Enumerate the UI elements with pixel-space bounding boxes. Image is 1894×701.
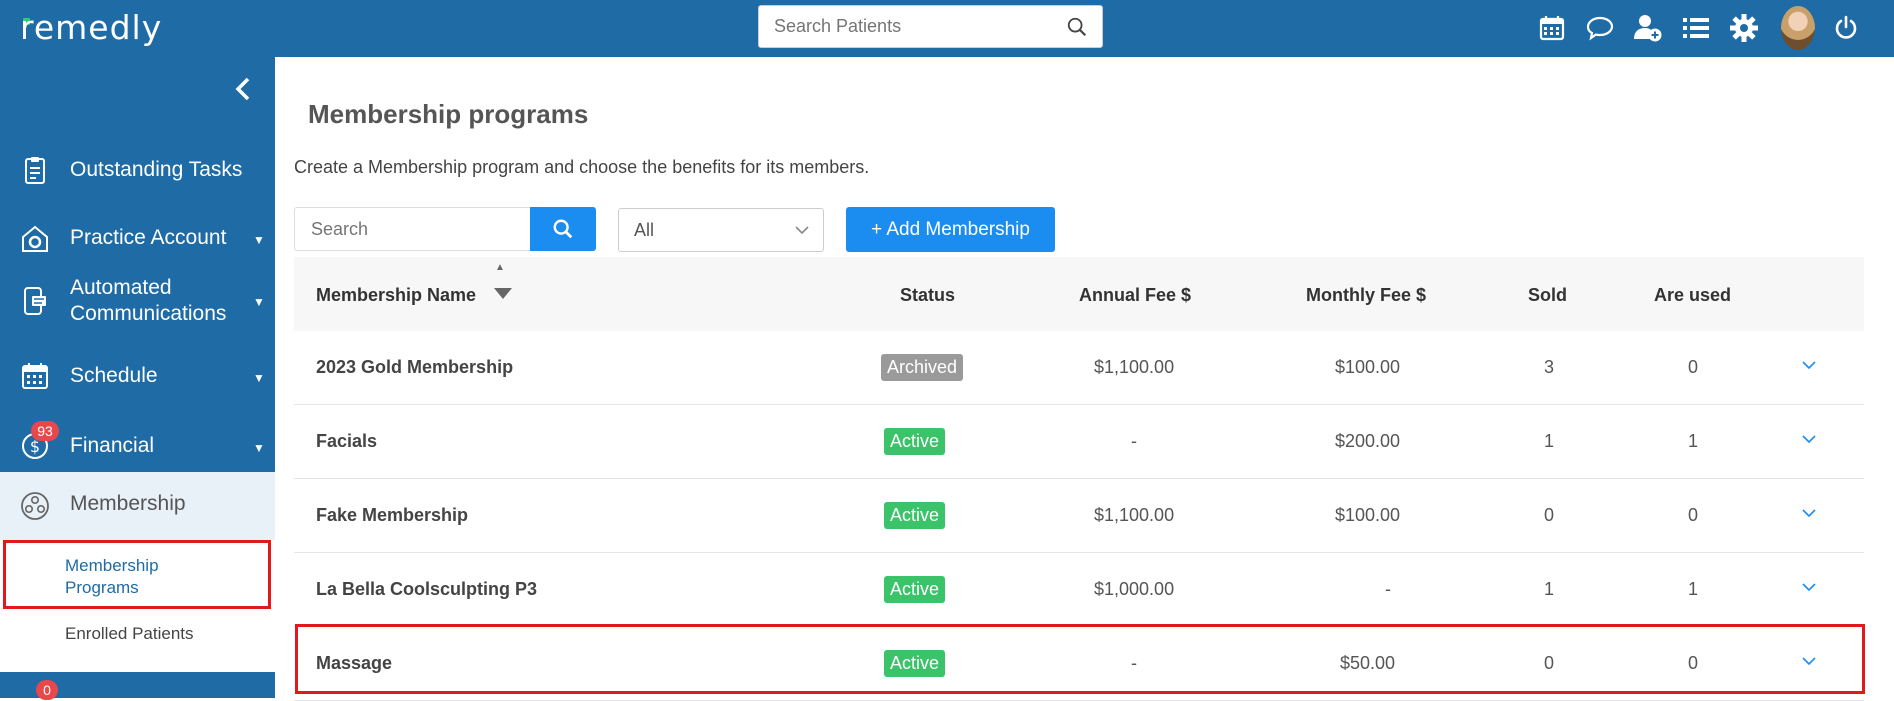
search-button[interactable] — [530, 207, 596, 251]
table-row[interactable]: La Bella Coolsculpting P3 Active $1,000.… — [294, 553, 1864, 627]
monthly-fee: $100.00 — [1335, 505, 1401, 525]
membership-name: 2023 Gold Membership — [316, 357, 514, 377]
sidebar-item-membership[interactable]: Membership — [0, 472, 275, 540]
expand-caret-icon: ▼ — [253, 441, 265, 455]
annual-fee: $1,000.00 — [1094, 579, 1175, 599]
sidebar-item-label: Practice Account — [70, 226, 227, 249]
status-badge: Active — [884, 502, 946, 529]
status-badge: Archived — [881, 354, 964, 381]
sold-count: 3 — [1544, 357, 1555, 377]
membership-search-input[interactable] — [295, 208, 531, 250]
table-row[interactable]: 2023 Gold Membership Archived $1,100.00 … — [294, 331, 1864, 405]
table-header: Membership Name ▲ Status Annual Fee $ Mo… — [294, 257, 1864, 331]
sort-down-icon[interactable] — [494, 288, 512, 299]
sidebar-item-outstanding-tasks[interactable]: Outstanding Tasks — [0, 147, 275, 193]
chevron-down-icon[interactable] — [1802, 435, 1816, 444]
membership-name: La Bella Coolsculpting P3 — [316, 579, 538, 599]
patient-search-field[interactable] — [758, 5, 1103, 48]
membership-name: Fake Membership — [316, 505, 469, 525]
page-title: Membership programs — [308, 99, 589, 129]
calendar-icon — [22, 363, 48, 389]
sidebar-item-financial[interactable]: $ 93 Financial ▼ — [0, 421, 275, 467]
sort-up-icon[interactable]: ▲ — [495, 262, 505, 273]
add-user-icon[interactable] — [1632, 12, 1664, 44]
search-icon — [553, 219, 573, 239]
table-row[interactable]: Facials Active - $200.00 1 1 — [294, 405, 1864, 479]
phone-icon — [24, 287, 46, 315]
sold-count: 1 — [1544, 431, 1555, 451]
membership-icon — [21, 492, 49, 520]
expand-caret-icon: ▼ — [253, 295, 265, 309]
filter-value: All — [634, 220, 655, 240]
used-count: 1 — [1688, 431, 1699, 451]
list-icon[interactable] — [1680, 12, 1712, 44]
sidebar-item-label: Membership — [70, 492, 186, 515]
table-row[interactable]: Fake Membership Active $1,100.00 $100.00… — [294, 479, 1864, 553]
user-avatar[interactable] — [1781, 6, 1815, 50]
status-badge: Active — [884, 428, 946, 455]
used-count: 1 — [1688, 579, 1699, 599]
column-header-status: Status — [900, 285, 956, 305]
annual-fee: - — [1131, 431, 1137, 451]
page-description: Create a Membership program and choose t… — [294, 157, 870, 177]
add-membership-button[interactable]: + Add Membership — [846, 207, 1055, 252]
annual-fee: $1,100.00 — [1094, 505, 1175, 525]
submenu-enrolled-patients[interactable]: Enrolled Patients — [65, 623, 194, 645]
search-icon[interactable] — [1066, 16, 1088, 38]
monthly-fee: - — [1385, 579, 1391, 599]
sidebar-item-automated-communications[interactable]: Automated Communications ▼ — [0, 271, 275, 331]
expand-caret-icon: ▼ — [253, 371, 265, 385]
used-count: 0 — [1688, 505, 1699, 525]
status-filter-select[interactable]: All — [618, 208, 824, 252]
sidebar-item-practice-account[interactable]: Practice Account ▼ — [0, 215, 275, 261]
monthly-fee: $100.00 — [1335, 357, 1401, 377]
chat-icon[interactable] — [1584, 12, 1616, 44]
sidebar-item-label: Schedule — [70, 364, 158, 387]
settings-gear-icon[interactable] — [1728, 12, 1760, 44]
notification-badge: 93 — [31, 421, 59, 441]
power-icon[interactable] — [1830, 12, 1862, 44]
highlight-box — [295, 624, 1865, 694]
column-header-are-used: Are used — [1654, 285, 1732, 305]
highlight-box — [3, 540, 271, 609]
column-header-sold: Sold — [1528, 285, 1567, 305]
notification-badge: 0 — [36, 680, 58, 700]
patient-search-input[interactable] — [759, 6, 1039, 47]
column-header-annual-fee: Annual Fee $ — [1079, 285, 1192, 305]
collapse-sidebar-icon[interactable] — [231, 76, 257, 102]
practice-gear-icon — [22, 225, 48, 252]
sold-count: 0 — [1544, 505, 1555, 525]
sidebar-item-label: Financial — [70, 434, 155, 457]
clipboard-icon — [25, 157, 45, 184]
expand-caret-icon: ▼ — [253, 233, 265, 247]
monthly-fee: $200.00 — [1335, 431, 1401, 451]
sidebar-next-item[interactable]: 0 — [0, 672, 275, 700]
sidebar-item-label: Automated Communications — [70, 276, 227, 325]
membership-name: Facials — [316, 431, 378, 451]
column-header-membership-name[interactable]: Membership Name — [316, 285, 476, 306]
chevron-down-icon[interactable] — [1802, 583, 1816, 592]
chevron-down-icon[interactable] — [1802, 509, 1816, 518]
app-logo[interactable]: remedly — [20, 8, 162, 47]
column-header-monthly-fee: Monthly Fee $ — [1306, 285, 1427, 305]
annual-fee: $1,100.00 — [1094, 357, 1175, 377]
sold-count: 1 — [1544, 579, 1555, 599]
membership-search-field[interactable] — [294, 207, 531, 251]
used-count: 0 — [1688, 357, 1699, 377]
top-navigation-bar: remedly — [0, 0, 1894, 57]
calendar-icon[interactable] — [1536, 12, 1568, 44]
sidebar-item-schedule[interactable]: Schedule ▼ — [0, 353, 275, 399]
status-badge: Active — [884, 576, 946, 603]
chevron-down-icon[interactable] — [1802, 361, 1816, 370]
chevron-down-icon — [795, 226, 809, 235]
sidebar-item-label: Outstanding Tasks — [70, 158, 243, 181]
main-content: Membership programs Create a Membership … — [275, 57, 1894, 701]
